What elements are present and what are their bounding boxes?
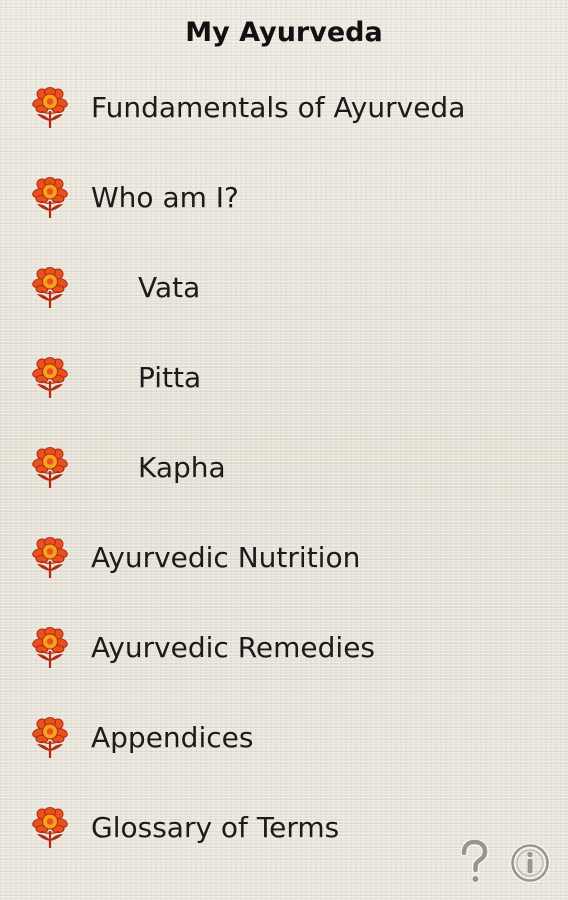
menu-item-label: Glossary of Terms	[91, 811, 340, 844]
lotus-flower-icon	[32, 537, 68, 578]
lotus-flower-icon	[32, 177, 68, 218]
menu-item-label: Pitta	[138, 361, 202, 394]
menu-item-who-am-i[interactable]: Who am I?	[0, 153, 568, 243]
page-title: My Ayurveda	[185, 17, 383, 48]
menu-item-label: Who am I?	[91, 181, 239, 214]
menu-item-label: Fundamentals of Ayurveda	[91, 91, 466, 124]
lotus-flower-icon	[32, 447, 68, 488]
lotus-flower-icon	[32, 357, 68, 398]
menu-item-label: Appendices	[91, 721, 254, 754]
main-menu: Fundamentals of Ayurveda Who am I? Vata …	[0, 63, 568, 873]
lotus-flower-icon	[32, 627, 68, 668]
question-mark-icon[interactable]	[458, 840, 490, 886]
menu-item-fundamentals[interactable]: Fundamentals of Ayurveda	[0, 63, 568, 153]
menu-item-label: Vata	[138, 271, 201, 304]
lotus-flower-icon	[32, 807, 68, 848]
menu-item-kapha[interactable]: Kapha	[0, 423, 568, 513]
menu-item-label: Ayurvedic Nutrition	[91, 541, 361, 574]
menu-item-vata[interactable]: Vata	[0, 243, 568, 333]
menu-item-appendices[interactable]: Appendices	[0, 693, 568, 783]
lotus-flower-icon	[32, 87, 68, 128]
menu-item-pitta[interactable]: Pitta	[0, 333, 568, 423]
lotus-flower-icon	[32, 717, 68, 758]
menu-item-label: Kapha	[138, 451, 226, 484]
lotus-flower-icon	[32, 267, 68, 308]
menu-item-label: Ayurvedic Remedies	[91, 631, 376, 664]
info-circle-icon[interactable]	[510, 843, 550, 883]
menu-item-remedies[interactable]: Ayurvedic Remedies	[0, 603, 568, 693]
menu-item-nutrition[interactable]: Ayurvedic Nutrition	[0, 513, 568, 603]
